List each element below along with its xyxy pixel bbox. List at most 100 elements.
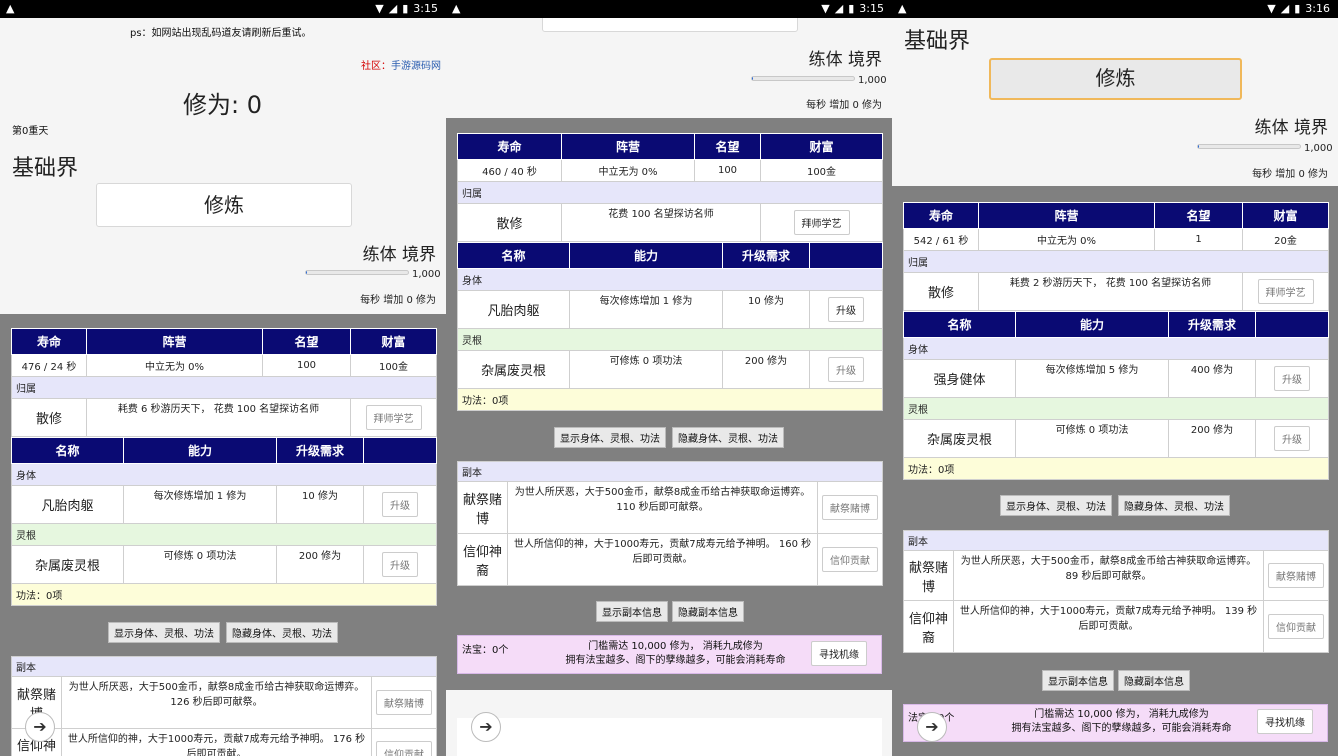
warning-icon: ▲ [6, 2, 15, 15]
realm-title: 基础界 [12, 156, 79, 181]
rate-text: 每秒 增加 0 修为 [1252, 169, 1328, 180]
dungeon-faith-name: 信仰神裔 [457, 533, 508, 586]
show-dungeon-button[interactable]: 显示副本信息 [1042, 670, 1114, 691]
cultivation-progress-bar [751, 76, 855, 81]
requirement-header: 升级需求 [722, 242, 810, 269]
wealth-header: 财富 [760, 133, 883, 160]
wealth-value: 100金 [350, 354, 437, 377]
camp-header: 阵营 [86, 328, 263, 355]
apprentice-button[interactable]: 拜师学艺 [1257, 279, 1314, 304]
dungeon-sacrifice-desc: 为世人所厌恶，大于500金币，献祭8成金币给古神获取命运博弈。 110 秒后即可… [507, 481, 818, 534]
signal-icon: ◢ [388, 2, 398, 15]
root-name: 杂属废灵根 [457, 350, 570, 389]
hide-details-button[interactable]: 隐藏身体、灵根、功法 [226, 622, 338, 643]
notice-text: ps：如网站出现乱码道友请刷新后重试。 [130, 28, 312, 39]
show-details-button[interactable]: 显示身体、灵根、功法 [554, 427, 666, 448]
root-upgrade-button[interactable]: 升级 [382, 552, 418, 577]
dungeon-section: 副本 [902, 530, 1330, 551]
body-realm-label: 练体 境界 [808, 50, 882, 70]
body-requirement: 10 修为 [276, 485, 364, 524]
body-requirement: 400 修为 [1168, 359, 1256, 398]
next-arrow-icon[interactable]: ➔ [471, 712, 501, 742]
life-header: 寿命 [457, 133, 562, 160]
root-ability: 可修炼 0 项功法 [123, 545, 277, 584]
apprentice-button[interactable]: 拜师学艺 [793, 210, 850, 235]
root-name: 杂属废灵根 [11, 545, 124, 584]
root-upgrade-button[interactable]: 升级 [1274, 426, 1310, 451]
show-dungeon-button[interactable]: 显示副本信息 [596, 601, 668, 622]
root-section: 灵根 [457, 328, 883, 351]
screen-panel-2: ▲ ▼ ◢ ▮ 3:15 练体 境界 1,000 每秒 增加 0 修为 寿命 阵营 名望财… [446, 0, 892, 756]
show-details-button[interactable]: 显示身体、灵根、功法 [1000, 495, 1112, 516]
progress-max: 1,000 [412, 269, 441, 280]
show-details-button[interactable]: 显示身体、灵根、功法 [108, 622, 220, 643]
camp-value: 中立无为 0% [978, 228, 1155, 251]
clock: 3:15 [859, 2, 884, 15]
hide-details-button[interactable]: 隐藏身体、灵根、功法 [672, 427, 784, 448]
seek-fortune-button[interactable]: 寻找机缘 [811, 641, 867, 666]
affiliation-section: 归属 [11, 376, 437, 399]
root-upgrade-button[interactable]: 升级 [828, 357, 864, 382]
body-section: 身体 [903, 337, 1329, 360]
methods-count: 功法：0项 [11, 583, 437, 606]
wifi-icon: ▼ [821, 2, 830, 15]
fame-value: 100 [262, 354, 351, 377]
affiliation-section: 归属 [457, 181, 883, 204]
sacrifice-button[interactable]: 献祭赌博 [822, 495, 878, 520]
wealth-header: 财富 [350, 328, 437, 355]
stats-table: 寿命 阵营 名望 财富 460 / 40 秒中立无为 0% 100 100金 归属 散修花… [457, 133, 883, 242]
heaven-level: 第0重天 [12, 126, 49, 137]
status-bar: ▲ ▼ ◢ ▮ 3:15 [0, 0, 446, 18]
rate-text: 每秒 增加 0 修为 [360, 295, 436, 306]
ability-header: 能力 [123, 437, 277, 464]
hide-details-button[interactable]: 隐藏身体、灵根、功法 [1118, 495, 1230, 516]
affiliation-desc: 花费 100 名望探访名师 [561, 203, 761, 242]
dungeon-table: 副本 献祭赌博为世人所厌恶，大于500金币，献祭8成金币给古神获取命运博弈。 1… [10, 656, 438, 756]
faith-button[interactable]: 信仰贡献 [376, 741, 432, 756]
next-arrow-icon[interactable]: ➔ [25, 712, 55, 742]
body-upgrade-button[interactable]: 升级 [828, 297, 864, 322]
name-header: 名称 [11, 437, 124, 464]
dungeon-sacrifice-name: 献祭赌博 [457, 481, 508, 534]
progress-fill [1198, 145, 1200, 148]
life-value: 542 / 61 秒 [903, 228, 979, 251]
body-ability: 每次修炼增加 1 修为 [569, 290, 723, 329]
body-upgrade-button[interactable]: 升级 [1274, 366, 1310, 391]
hide-dungeon-button[interactable]: 隐藏副本信息 [672, 601, 744, 622]
community-label: 社区： [361, 61, 391, 72]
root-requirement: 200 修为 [722, 350, 810, 389]
body-realm-label: 练体 境界 [362, 245, 436, 265]
treasure-warning: 拥有法宝越多、阁下的孽缘越多，可能会消耗寿命 [1011, 723, 1232, 734]
battery-icon: ▮ [1294, 2, 1301, 15]
life-value: 460 / 40 秒 [457, 159, 562, 182]
faith-button[interactable]: 信仰贡献 [822, 547, 878, 572]
seek-fortune-button[interactable]: 寻找机缘 [1257, 709, 1313, 734]
treasure-threshold: 门槛需达 10,000 修为， 消耗九成修为 [588, 641, 763, 652]
root-section: 灵根 [903, 397, 1329, 420]
warning-icon: ▲ [452, 2, 461, 15]
community-link[interactable]: 手游源码网 [391, 61, 441, 72]
body-section: 身体 [457, 268, 883, 291]
treasure-row: 法宝：0个 门槛需达 10,000 修为， 消耗九成修为 拥有法宝越多、阁下的孽… [457, 635, 882, 674]
root-requirement: 200 修为 [1168, 419, 1256, 458]
affiliation-section: 归属 [903, 250, 1329, 273]
cultivation-value: 修为: 0 [183, 91, 262, 119]
train-button[interactable]: 修炼 [989, 58, 1242, 100]
sacrifice-button[interactable]: 献祭赌博 [376, 690, 432, 715]
hide-dungeon-button[interactable]: 隐藏副本信息 [1118, 670, 1190, 691]
next-arrow-icon[interactable]: ➔ [917, 712, 947, 742]
community-line: 社区：手游源码网 [361, 57, 441, 72]
affiliation-desc: 耗费 6 秒游历天下， 花费 100 名望探访名师 [86, 398, 351, 437]
stats-table: 寿命 阵营 名望 财富 542 / 61 秒中立无为 0% 1 20金 归属 散修 耗费 2… [903, 202, 1329, 311]
status-bar: ▲ ▼ ◢ ▮ 3:16 [892, 0, 1338, 18]
name-header: 名称 [457, 242, 570, 269]
body-upgrade-button[interactable]: 升级 [382, 492, 418, 517]
name-header: 名称 [903, 311, 1016, 338]
train-button[interactable]: 修炼 [96, 183, 352, 227]
sacrifice-button[interactable]: 献祭赌博 [1268, 563, 1324, 588]
fame-header: 名望 [1154, 202, 1243, 229]
affiliation-desc: 耗费 2 秒游历天下， 花费 100 名望探访名师 [978, 272, 1243, 311]
apprentice-button[interactable]: 拜师学艺 [365, 405, 422, 430]
faith-button[interactable]: 信仰贡献 [1268, 614, 1324, 639]
fame-header: 名望 [694, 133, 761, 160]
